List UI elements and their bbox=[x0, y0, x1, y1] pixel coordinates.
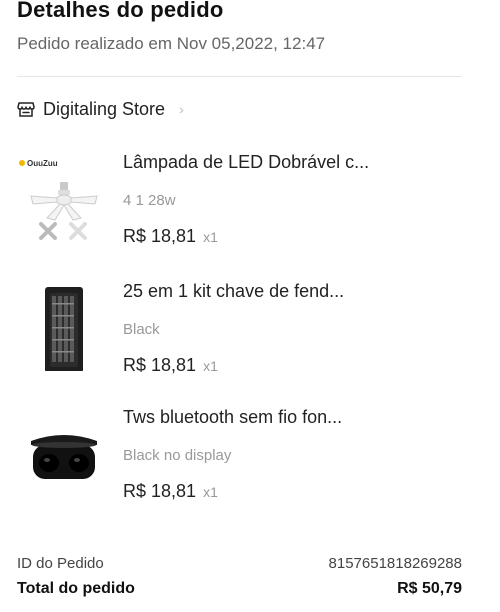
store-name: Digitaling Store bbox=[43, 98, 166, 119]
product-image-earbuds bbox=[17, 407, 107, 497]
order-total-value: R$ 50,79 bbox=[397, 580, 462, 597]
brand-mark: OuuZuu bbox=[27, 159, 58, 168]
product-price: R$ 18,81 x1 bbox=[123, 226, 218, 247]
product-name: Tws bluetooth sem fio fon... bbox=[123, 407, 343, 427]
quantity: x1 bbox=[203, 358, 218, 374]
product-image-screwdriver-kit bbox=[17, 281, 107, 373]
page-title: Detalhes do pedido bbox=[17, 0, 224, 22]
order-item[interactable]: 25 em 1 kit chave de fend... Black R$ 18… bbox=[17, 281, 457, 391]
price-value: R$ 18,81 bbox=[123, 355, 197, 375]
product-image-led-lamp: OuuZuu bbox=[17, 152, 107, 242]
order-total-label: Total do pedido bbox=[17, 580, 135, 597]
product-variant: 4 1 28w bbox=[123, 192, 176, 209]
order-id-value: 8157651818269288 bbox=[328, 555, 462, 572]
order-date: Pedido realizado em Nov 05,2022, 12:47 bbox=[17, 34, 326, 53]
store-icon bbox=[17, 100, 35, 118]
chevron-right-icon: › bbox=[179, 101, 184, 117]
order-item[interactable]: OuuZuu Lâmpada de LED Dobrável c... 4 1 … bbox=[17, 152, 457, 262]
product-variant: Black bbox=[123, 321, 160, 338]
price-value: R$ 18,81 bbox=[123, 481, 197, 501]
quantity: x1 bbox=[203, 484, 218, 500]
header-divider bbox=[17, 76, 462, 77]
product-price: R$ 18,81 x1 bbox=[123, 481, 218, 502]
product-variant: Black no display bbox=[123, 447, 232, 464]
product-name: Lâmpada de LED Dobrável c... bbox=[123, 152, 370, 172]
store-link[interactable]: Digitaling Store › bbox=[17, 96, 184, 122]
product-name: 25 em 1 kit chave de fend... bbox=[123, 281, 345, 301]
price-value: R$ 18,81 bbox=[123, 226, 197, 246]
order-id-label: ID do Pedido bbox=[17, 555, 104, 572]
order-item[interactable]: Tws bluetooth sem fio fon... Black no di… bbox=[17, 407, 457, 517]
product-price: R$ 18,81 x1 bbox=[123, 355, 218, 376]
quantity: x1 bbox=[203, 229, 218, 245]
